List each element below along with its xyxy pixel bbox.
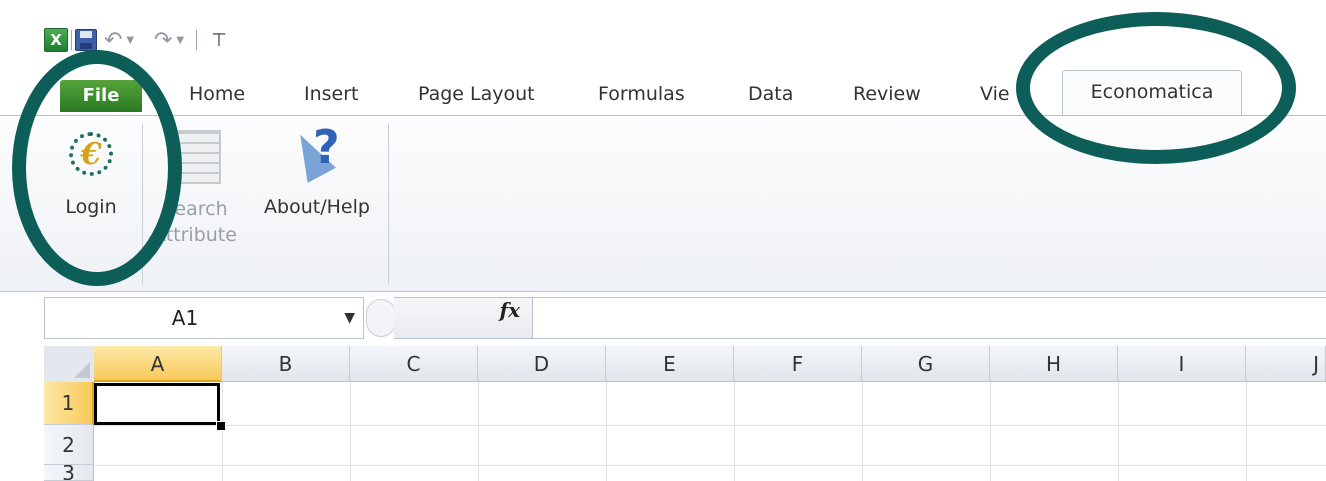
undo-icon[interactable]: ↶ ▼ [104,28,134,53]
name-box-value: A1 [171,306,199,330]
save-icon[interactable] [74,28,98,52]
fill-handle[interactable] [216,421,226,431]
tab-view[interactable]: Vie [980,76,1010,112]
row-header-3[interactable]: 3 [44,465,94,481]
grid-line [862,382,863,481]
tab-page-layout[interactable]: Page Layout [418,76,535,112]
grid-line [222,382,223,481]
chevron-down-icon[interactable]: ▼ [344,298,355,338]
grid-line [990,382,991,481]
about-help-button[interactable]: ? About/Help [254,120,380,220]
excel-app-letter: X [44,28,68,52]
ribbon-tabs: File Home Insert Page Layout Formulas Da… [0,70,1326,117]
economatica-logo-icon: € [63,126,119,182]
select-all-corner[interactable] [44,346,95,383]
ribbon: € Login Search Attribute ? About/Help [0,115,1326,292]
grid-line [1118,382,1119,481]
column-header-c[interactable]: C [350,346,478,382]
formula-tools: fx [394,297,532,339]
column-header-b[interactable]: B [222,346,350,382]
column-header-d[interactable]: D [478,346,606,382]
redo-icon[interactable]: ↷ ▼ [152,28,186,53]
worksheet-grid: A B C D E F G H I J 1 2 3 [44,346,1326,481]
about-help-label: About/Help [264,196,370,218]
help-cursor-icon: ? [286,120,347,186]
search-label-line2: Attribute [153,224,237,246]
login-button[interactable]: € Login [46,126,136,220]
column-header-g[interactable]: G [862,346,990,382]
name-box[interactable]: A1 ▼ [44,297,364,339]
column-header-j[interactable]: J [1246,346,1326,382]
tab-home[interactable]: Home [189,76,245,112]
grid-line [350,382,351,481]
formula-input[interactable] [532,297,1326,339]
customize-qat-icon[interactable]: ⊤ [204,28,234,52]
table-grid-icon [169,130,221,184]
search-attribute-button[interactable]: Search Attribute [140,126,250,248]
grid-line [94,425,1326,426]
tab-insert[interactable]: Insert [304,76,359,112]
search-label-line1: Search [162,198,228,220]
row-header-2[interactable]: 2 [44,425,94,465]
quick-access-toolbar: X ↶ ▼ ↷ ▼ ⊤ [44,24,344,56]
column-header-a[interactable]: A [94,346,222,382]
formula-bar-resize-handle[interactable] [366,299,396,337]
grid-line [1246,382,1247,481]
insert-function-icon[interactable]: fx [499,298,520,322]
grid-line [94,465,1326,466]
qat-separator [71,30,72,50]
excel-icon[interactable]: X [44,28,68,52]
tab-data[interactable]: Data [748,76,793,112]
grid-line [734,382,735,481]
tab-review[interactable]: Review [853,76,921,112]
column-header-h[interactable]: H [990,346,1118,382]
tab-file[interactable]: File [60,80,142,112]
column-header-f[interactable]: F [734,346,862,382]
ribbon-group-separator [388,124,389,284]
tab-economatica[interactable]: Economatica [1062,70,1242,117]
formula-bar: A1 ▼ fx [44,297,1326,339]
tab-formulas[interactable]: Formulas [598,76,685,112]
login-label: Login [65,196,117,218]
active-cell-a1[interactable] [94,383,220,425]
column-header-i[interactable]: I [1118,346,1246,382]
qat-separator [196,30,197,50]
row-header-1[interactable]: 1 [44,382,94,425]
grid-line [606,382,607,481]
column-header-e[interactable]: E [606,346,734,382]
grid-line [478,382,479,481]
